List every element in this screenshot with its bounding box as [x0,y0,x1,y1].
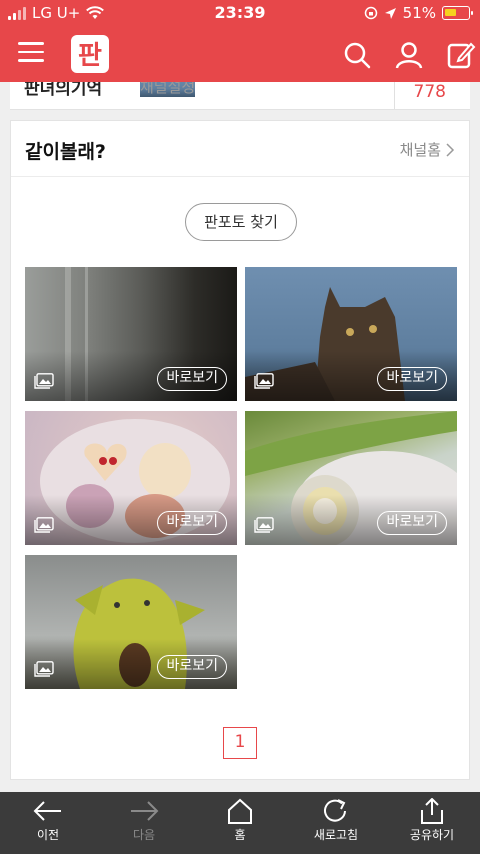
arrow-right-icon [131,801,159,821]
user-icon[interactable] [394,40,424,70]
pann-logo[interactable]: 판 [70,34,110,74]
share-button[interactable]: 공유하기 [384,792,480,854]
view-button[interactable]: 바로보기 [377,367,447,391]
view-button[interactable]: 바로보기 [377,511,447,535]
home-icon [228,798,252,824]
arrow-left-icon [33,801,61,821]
bottom-toolbar: 이전 다음 홈 새로고침 공유하기 [0,792,480,854]
find-pannphoto-button[interactable]: 판포토 찾기 [185,203,297,241]
image-icon [34,373,54,389]
photo-tile[interactable]: 바로보기 [245,267,457,401]
location-icon [384,7,396,19]
app-header: 판 [0,28,480,82]
photo-tile[interactable]: 바로보기 [25,411,237,545]
home-button[interactable]: 홈 [192,792,288,854]
write-icon[interactable] [446,40,476,70]
rotation-lock-icon [364,6,377,20]
together-watch-card: 같이볼래? 채널홈 판포토 찾기 바로보기 바로보기 바로보기 바로보기 바로보… [10,120,470,780]
channel-home-link[interactable]: 채널홈 [400,139,455,160]
previous-channel-card: 판녀의기억 채널설정 778 [10,82,470,110]
divider [394,82,395,109]
back-button[interactable]: 이전 [0,792,96,854]
card-header: 같이볼래? 채널홈 [11,121,469,177]
refresh-icon [324,799,346,822]
channel-name: 판녀의기억 [24,82,103,99]
view-button[interactable]: 바로보기 [157,655,227,679]
image-icon [254,373,274,389]
back-label: 이전 [36,828,60,842]
share-icon [421,798,443,824]
svg-text:판: 판 [78,41,102,71]
section-title: 같이볼래? [25,141,106,163]
refresh-button[interactable]: 새로고침 [288,792,384,854]
hamburger-icon [18,42,44,45]
channel-settings-link[interactable]: 채널설정 [140,82,196,97]
image-icon [34,661,54,677]
channel-home-label: 채널홈 [399,141,441,159]
view-button[interactable]: 바로보기 [157,367,227,391]
image-icon [34,517,54,533]
photo-tile[interactable]: 바로보기 [25,555,237,689]
search-icon[interactable] [342,40,372,70]
menu-button[interactable] [18,42,44,64]
view-button[interactable]: 바로보기 [157,511,227,535]
status-bar: LG U+ 23:39 51% [0,0,480,28]
photo-tile[interactable]: 바로보기 [25,267,237,401]
photo-tile[interactable]: 바로보기 [245,411,457,545]
battery-icon [442,6,473,20]
chevron-right-icon [446,142,455,157]
image-icon [254,517,274,533]
page-number-current[interactable]: 1 [223,727,257,759]
forward-button[interactable]: 다음 [96,792,192,854]
share-label: 공유하기 [409,828,455,842]
battery-percent: 51% [402,4,436,22]
refresh-label: 새로고침 [313,828,359,842]
top-bar: LG U+ 23:39 51% 판 [0,0,480,82]
home-label: 홈 [234,828,246,842]
count-value: 778 [413,82,446,102]
forward-label: 다음 [132,828,156,842]
